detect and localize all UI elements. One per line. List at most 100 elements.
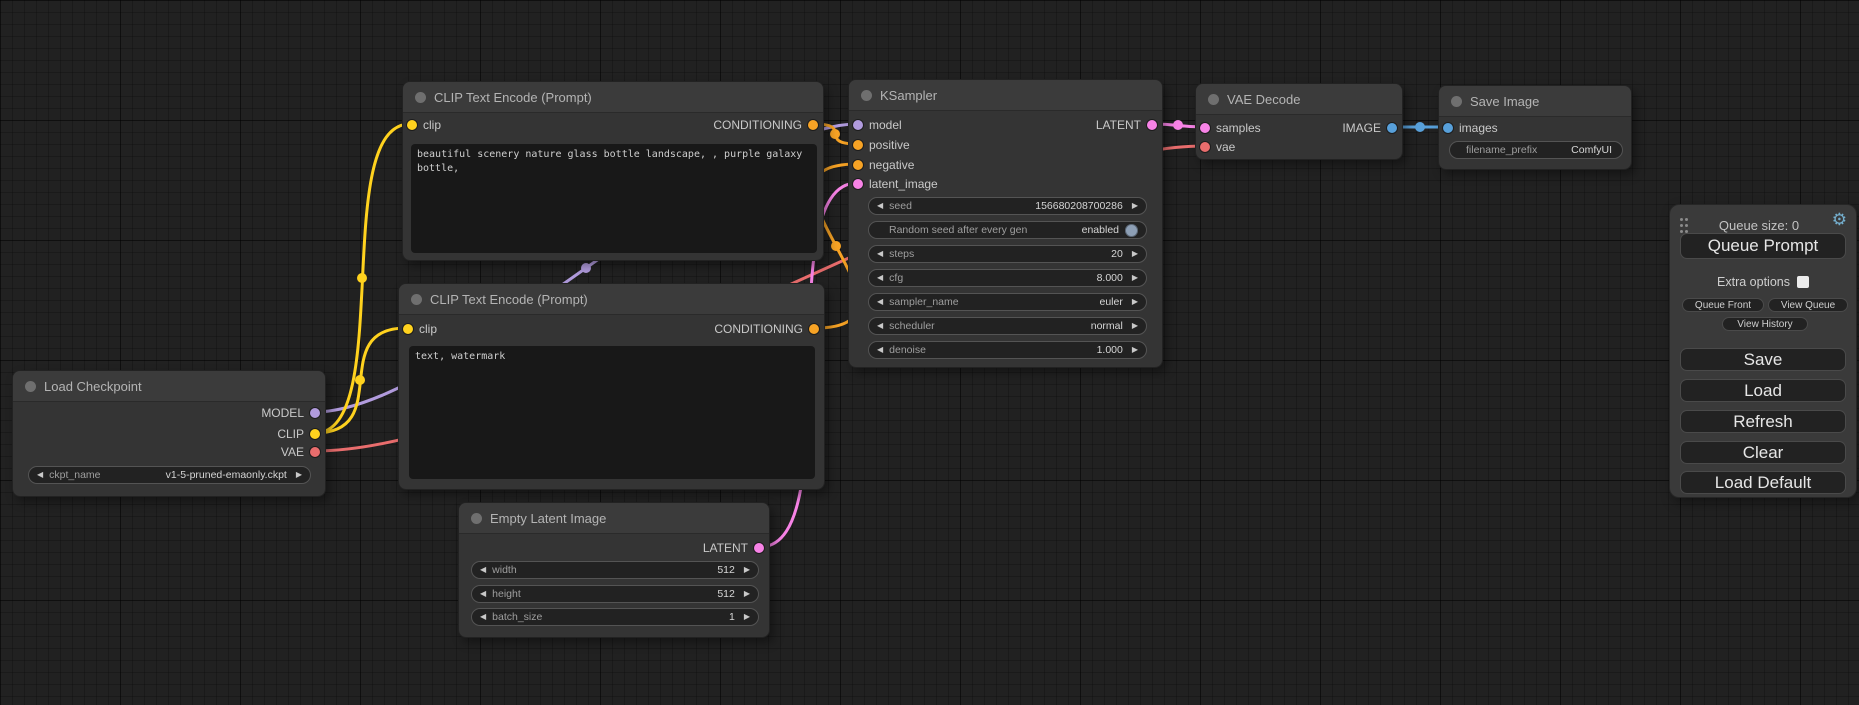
batch-size-widget[interactable]: ◀ batch_size 1 ▶: [471, 608, 759, 626]
right-arrow-icon[interactable]: ▶: [744, 613, 750, 621]
height-widget[interactable]: ◀ height 512 ▶: [471, 585, 759, 603]
filename-prefix-widget[interactable]: filename_prefix ComfyUI: [1449, 141, 1623, 159]
latent-output-dot[interactable]: [754, 543, 764, 553]
queue-prompt-button[interactable]: Queue Prompt: [1680, 233, 1846, 259]
collapse-dot-icon[interactable]: [1208, 94, 1219, 105]
negative-input-dot[interactable]: [853, 160, 863, 170]
right-arrow-icon[interactable]: ▶: [1132, 274, 1138, 282]
drag-handle-icon[interactable]: [1680, 218, 1683, 221]
wire-midpoint-dot[interactable]: [357, 273, 367, 283]
node-title-bar[interactable]: CLIP Text Encode (Prompt): [399, 284, 824, 315]
node-clip-text-encode-positive[interactable]: CLIP Text Encode (Prompt) clip CONDITION…: [402, 81, 824, 261]
node-ksampler[interactable]: KSampler model positive negative latent_…: [848, 79, 1163, 368]
node-title-bar[interactable]: Empty Latent Image: [459, 503, 769, 534]
right-arrow-icon[interactable]: ▶: [1132, 250, 1138, 258]
collapse-dot-icon[interactable]: [861, 90, 872, 101]
input-label: vae: [1216, 140, 1235, 154]
left-arrow-icon[interactable]: ◀: [877, 202, 883, 210]
left-arrow-icon[interactable]: ◀: [37, 471, 43, 479]
scheduler-widget[interactable]: ◀ scheduler normal ▶: [868, 317, 1147, 335]
left-arrow-icon[interactable]: ◀: [480, 590, 486, 598]
wire-midpoint-dot[interactable]: [355, 375, 365, 385]
seed-widget[interactable]: ◀ seed 156680208700286 ▶: [868, 197, 1147, 215]
widget-label: seed: [889, 200, 912, 212]
right-arrow-icon[interactable]: ▶: [1132, 346, 1138, 354]
right-arrow-icon[interactable]: ▶: [1132, 322, 1138, 330]
node-title-bar[interactable]: Load Checkpoint: [13, 371, 325, 402]
right-arrow-icon[interactable]: ▶: [1132, 202, 1138, 210]
node-title-bar[interactable]: CLIP Text Encode (Prompt): [403, 82, 823, 113]
node-title-bar[interactable]: VAE Decode: [1196, 84, 1402, 115]
collapse-dot-icon[interactable]: [411, 294, 422, 305]
random-seed-widget[interactable]: Random seed after every gen enabled: [868, 221, 1147, 239]
extra-options-checkbox[interactable]: [1797, 276, 1809, 288]
left-arrow-icon[interactable]: ◀: [877, 346, 883, 354]
output-label: VAE: [281, 445, 304, 459]
gear-icon[interactable]: ⚙: [1832, 211, 1847, 228]
wire-midpoint-dot[interactable]: [1415, 122, 1425, 132]
node-title-bar[interactable]: KSampler: [849, 80, 1162, 111]
right-arrow-icon[interactable]: ▶: [1132, 298, 1138, 306]
conditioning-output-dot[interactable]: [808, 120, 818, 130]
widget-value: 1: [729, 611, 735, 623]
vae-input-dot[interactable]: [1200, 142, 1210, 152]
left-arrow-icon[interactable]: ◀: [877, 274, 883, 282]
samples-input-dot[interactable]: [1200, 123, 1210, 133]
cfg-widget[interactable]: ◀ cfg 8.000 ▶: [868, 269, 1147, 287]
right-arrow-icon[interactable]: ▶: [744, 590, 750, 598]
widget-value: 512: [717, 564, 735, 576]
node-vae-decode[interactable]: VAE Decode samples vae IMAGE: [1195, 83, 1403, 160]
clip-input-dot[interactable]: [407, 120, 417, 130]
queue-front-button[interactable]: Queue Front: [1682, 298, 1764, 312]
prompt-textarea[interactable]: text, watermark: [409, 346, 815, 479]
image-output-dot[interactable]: [1387, 123, 1397, 133]
node-save-image[interactable]: Save Image images filename_prefix ComfyU…: [1438, 85, 1632, 170]
save-button[interactable]: Save: [1680, 348, 1846, 371]
toggle-icon[interactable]: [1125, 224, 1138, 237]
ckpt-name-widget[interactable]: ◀ ckpt_name v1-5-pruned-emaonly.ckpt ▶: [28, 466, 311, 484]
wire-midpoint-dot[interactable]: [581, 263, 591, 273]
clip-output-dot[interactable]: [310, 429, 320, 439]
collapse-dot-icon[interactable]: [415, 92, 426, 103]
sampler-name-widget[interactable]: ◀ sampler_name euler ▶: [868, 293, 1147, 311]
clip-input-dot[interactable]: [403, 324, 413, 334]
load-button[interactable]: Load: [1680, 379, 1846, 402]
node-load-checkpoint[interactable]: Load Checkpoint MODEL CLIP VAE ◀ ckpt_na…: [12, 370, 326, 497]
images-input-dot[interactable]: [1443, 123, 1453, 133]
view-history-button[interactable]: View History: [1722, 317, 1808, 331]
model-output-dot[interactable]: [310, 408, 320, 418]
collapse-dot-icon[interactable]: [25, 381, 36, 392]
node-graph-canvas[interactable]: Load Checkpoint MODEL CLIP VAE ◀ ckpt_na…: [0, 0, 1859, 705]
left-arrow-icon[interactable]: ◀: [877, 298, 883, 306]
refresh-button[interactable]: Refresh: [1680, 410, 1846, 433]
collapse-dot-icon[interactable]: [471, 513, 482, 524]
node-empty-latent-image[interactable]: Empty Latent Image LATENT ◀ width 512 ▶ …: [458, 502, 770, 638]
denoise-widget[interactable]: ◀ denoise 1.000 ▶: [868, 341, 1147, 359]
view-queue-button[interactable]: View Queue: [1768, 298, 1848, 312]
model-input-dot[interactable]: [853, 120, 863, 130]
positive-input-dot[interactable]: [853, 140, 863, 150]
left-arrow-icon[interactable]: ◀: [480, 613, 486, 621]
wire-midpoint-dot[interactable]: [830, 129, 840, 139]
latent-output-dot[interactable]: [1147, 120, 1157, 130]
left-arrow-icon[interactable]: ◀: [480, 566, 486, 574]
clear-button[interactable]: Clear: [1680, 441, 1846, 464]
node-title-bar[interactable]: Save Image: [1439, 86, 1631, 117]
widget-value: 156680208700286: [1035, 200, 1123, 212]
right-arrow-icon[interactable]: ▶: [296, 471, 302, 479]
left-arrow-icon[interactable]: ◀: [877, 250, 883, 258]
width-widget[interactable]: ◀ width 512 ▶: [471, 561, 759, 579]
widget-label: steps: [889, 248, 914, 260]
steps-widget[interactable]: ◀ steps 20 ▶: [868, 245, 1147, 263]
latent-image-input-dot[interactable]: [853, 179, 863, 189]
wire-midpoint-dot[interactable]: [831, 241, 841, 251]
prompt-textarea[interactable]: beautiful scenery nature glass bottle la…: [411, 144, 817, 253]
left-arrow-icon[interactable]: ◀: [877, 322, 883, 330]
load-default-button[interactable]: Load Default: [1680, 471, 1846, 494]
right-arrow-icon[interactable]: ▶: [744, 566, 750, 574]
wire-midpoint-dot[interactable]: [1173, 120, 1183, 130]
node-clip-text-encode-negative[interactable]: CLIP Text Encode (Prompt) clip CONDITION…: [398, 283, 825, 490]
conditioning-output-dot[interactable]: [809, 324, 819, 334]
collapse-dot-icon[interactable]: [1451, 96, 1462, 107]
vae-output-dot[interactable]: [310, 447, 320, 457]
